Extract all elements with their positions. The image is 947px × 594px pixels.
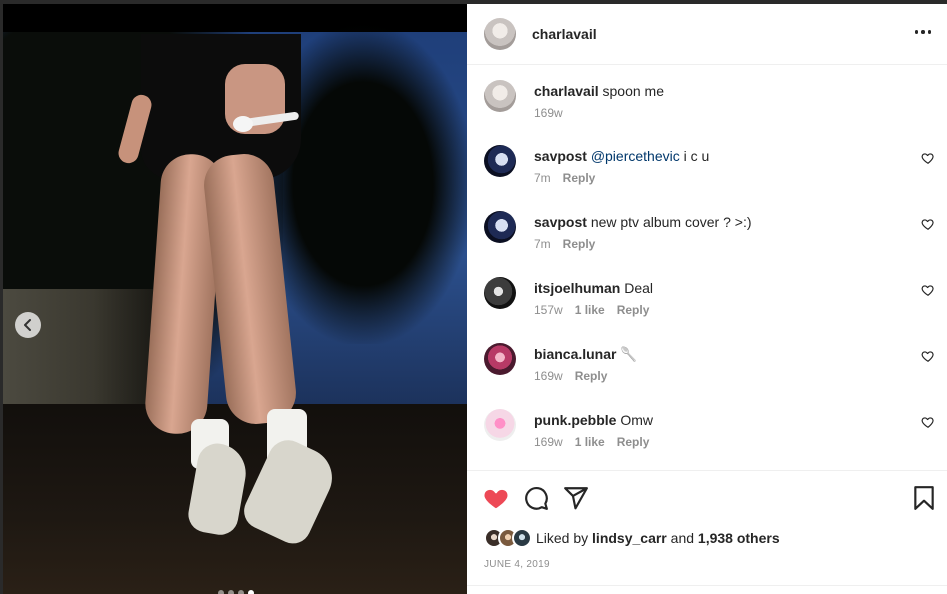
comment-text: 🥄 xyxy=(620,346,638,362)
carousel-dot xyxy=(218,590,224,594)
comment-item: savpost @piercethevic i c u 7m Reply xyxy=(467,145,947,205)
likes-count-link[interactable]: 1,938 others xyxy=(698,530,780,546)
post-caption: charlavail spoon me 169w xyxy=(467,80,947,140)
caption-time[interactable]: 169w xyxy=(534,106,563,120)
comment-time[interactable]: 7m xyxy=(534,237,551,251)
comment-text: Omw xyxy=(620,412,654,428)
heart-outline-icon[interactable] xyxy=(921,349,935,363)
comment-likes-count[interactable]: 1 like xyxy=(575,435,605,449)
photo-spoon-bowl xyxy=(233,116,253,132)
comment-avatar[interactable] xyxy=(484,145,516,177)
comment-item: punk.pebble Omw 169w 1 like Reply xyxy=(467,409,947,469)
comment-icon[interactable] xyxy=(523,485,549,511)
comment-input-bar[interactable] xyxy=(467,585,947,594)
post-date[interactable]: JUNE 4, 2019 xyxy=(484,559,550,570)
comment-meta: 169w 1 like Reply xyxy=(534,435,649,449)
bookmark-icon[interactable] xyxy=(911,485,937,511)
caption-line: charlavail spoon me xyxy=(534,82,664,100)
reply-button[interactable]: Reply xyxy=(575,369,608,383)
comment-avatar[interactable] xyxy=(484,277,516,309)
more-options-button[interactable] xyxy=(913,22,933,42)
comment-line: savpost @piercethevic i c u xyxy=(534,147,709,165)
comment-line: itsjoelhuman Deal xyxy=(534,279,653,297)
comment-text: Deal xyxy=(624,280,654,296)
carousel-dot xyxy=(228,590,234,594)
more-dot-icon xyxy=(921,30,925,34)
comment-username[interactable]: punk.pebble xyxy=(534,412,616,428)
heart-outline-icon[interactable] xyxy=(921,283,935,297)
liked-by-row: Liked by lindsy_carr and 1,938 others xyxy=(484,528,780,548)
comment-text: new ptv album cover ? >:) xyxy=(590,214,752,230)
post-side-panel: charlavail charlavail spoon me 169w savp… xyxy=(467,4,947,594)
heart-outline-icon[interactable] xyxy=(921,415,935,429)
caption-text: spoon me xyxy=(602,83,664,99)
comment-username[interactable]: itsjoelhuman xyxy=(534,280,620,296)
post-actions: Liked by lindsy_carr and 1,938 others JU… xyxy=(467,470,947,594)
comment-username[interactable]: savpost xyxy=(534,148,587,164)
caption-username[interactable]: charlavail xyxy=(534,83,599,99)
carousel-prev-button[interactable] xyxy=(15,312,41,338)
comment-username[interactable]: bianca.lunar xyxy=(534,346,616,362)
reply-button[interactable]: Reply xyxy=(617,435,650,449)
comment-item: bianca.lunar 🥄 169w Reply xyxy=(467,343,947,403)
heart-outline-icon[interactable] xyxy=(921,151,935,165)
comment-avatar[interactable] xyxy=(484,211,516,243)
comment-time[interactable]: 169w xyxy=(534,369,563,383)
liker-avatars[interactable] xyxy=(484,528,540,548)
heart-filled-icon[interactable] xyxy=(483,485,509,511)
liked-by-user[interactable]: lindsy_carr xyxy=(592,530,667,546)
comment-username[interactable]: savpost xyxy=(534,214,587,230)
comment-meta: 7m Reply xyxy=(534,171,595,185)
carousel-dot xyxy=(238,590,244,594)
comment-item: itsjoelhuman Deal 157w 1 like Reply xyxy=(467,277,947,337)
comment-meta: 157w 1 like Reply xyxy=(534,303,649,317)
carousel-dots xyxy=(218,590,254,594)
liked-by-text: Liked by lindsy_carr and 1,938 others xyxy=(536,530,780,546)
caption-meta: 169w xyxy=(534,106,563,120)
liked-by-prefix: Liked by xyxy=(536,530,589,546)
comment-line: bianca.lunar 🥄 xyxy=(534,345,638,363)
chevron-left-icon xyxy=(24,319,31,331)
comment-likes-count[interactable]: 1 like xyxy=(575,303,605,317)
comment-time[interactable]: 169w xyxy=(534,435,563,449)
comment-time[interactable]: 7m xyxy=(534,171,551,185)
comment-meta: 169w Reply xyxy=(534,369,607,383)
author-username[interactable]: charlavail xyxy=(532,26,597,42)
comment-line: punk.pebble Omw xyxy=(534,411,653,429)
liker-avatar xyxy=(512,528,532,548)
more-dot-icon xyxy=(927,30,932,34)
author-avatar[interactable] xyxy=(484,18,516,50)
more-dot-icon xyxy=(914,30,919,34)
reply-button[interactable]: Reply xyxy=(563,237,596,251)
heart-outline-icon[interactable] xyxy=(921,217,935,231)
comment-item: savpost new ptv album cover ? >:) 7m Rep… xyxy=(467,211,947,271)
post-header: charlavail xyxy=(467,4,947,65)
caption-avatar[interactable] xyxy=(484,80,516,112)
comment-mention[interactable]: @piercethevic xyxy=(591,148,680,164)
comment-avatar[interactable] xyxy=(484,343,516,375)
carousel-dot-active xyxy=(248,590,254,594)
reply-button[interactable]: Reply xyxy=(617,303,650,317)
reply-button[interactable]: Reply xyxy=(563,171,596,185)
comment-line: savpost new ptv album cover ? >:) xyxy=(534,213,752,231)
comment-avatar[interactable] xyxy=(484,409,516,441)
paper-plane-icon[interactable] xyxy=(563,485,589,511)
comment-time[interactable]: 157w xyxy=(534,303,563,317)
comment-text: i c u xyxy=(679,148,710,164)
comment-meta: 7m Reply xyxy=(534,237,595,251)
liked-by-and: and xyxy=(670,530,695,546)
post-photo[interactable] xyxy=(3,4,467,594)
